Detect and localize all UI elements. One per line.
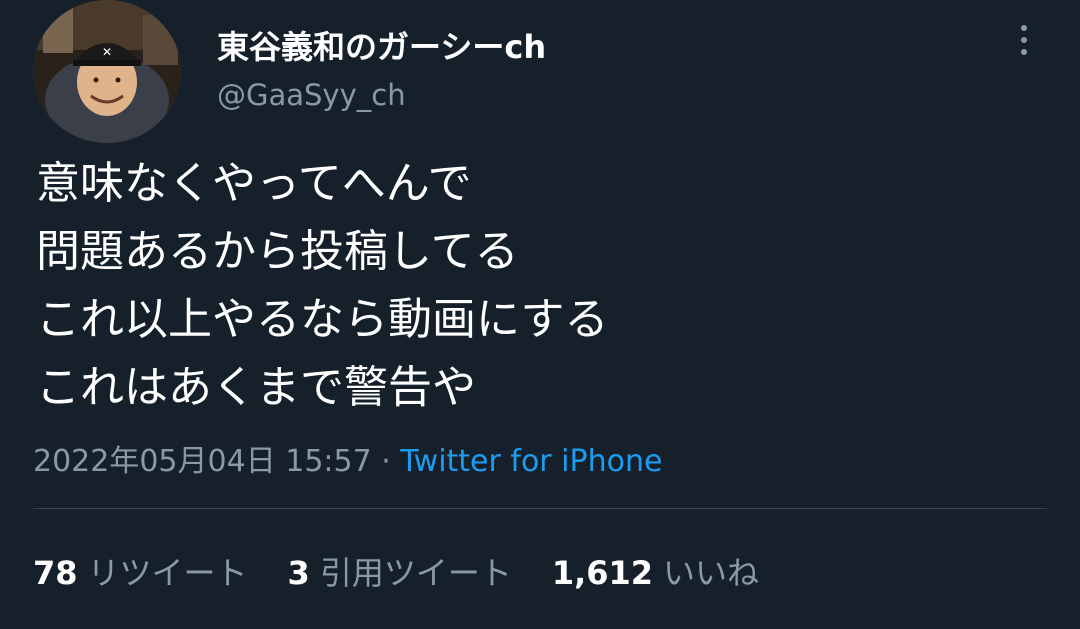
user-handle[interactable]: @GaaSyy_ch [217, 78, 406, 112]
retweets-label: リツイート [87, 554, 248, 592]
tweet-text-line: これ以上やるなら動画にする [36, 294, 609, 345]
tweet-text-line: 問題あるから投稿してる [36, 226, 519, 277]
tweet-timestamp[interactable]: 2022年05月04日 15:57 [33, 444, 372, 479]
quotes-label: 引用ツイート [319, 554, 512, 592]
avatar[interactable]: ✕ [33, 0, 181, 143]
likes-label: いいね [663, 554, 760, 592]
more-dot [1021, 37, 1027, 43]
more-vertical-icon[interactable] [1008, 20, 1040, 60]
likes-stat[interactable]: 1,612 いいね [552, 548, 759, 594]
avatar-image: ✕ [33, 0, 181, 143]
tweet-source-link[interactable]: Twitter for iPhone [400, 444, 662, 479]
tweet-text: 意味なくやってへんで 問題あるから投稿してる これ以上やるなら動画にする これは… [36, 150, 608, 422]
retweets-stat[interactable]: 78 リツイート [33, 548, 248, 594]
divider [33, 508, 1047, 509]
likes-count: 1,612 [551, 554, 654, 592]
more-dot [1021, 25, 1027, 31]
quotes-stat[interactable]: 3 引用ツイート [288, 548, 512, 594]
meta-separator: · [371, 444, 401, 479]
tweet-text-line: 意味なくやってへんで [36, 158, 472, 209]
tweet-stats: 78 リツイート 3 引用ツイート 1,612 いいね [33, 548, 759, 594]
quotes-count: 3 [287, 554, 310, 592]
svg-text:✕: ✕ [102, 45, 112, 59]
retweets-count: 78 [33, 554, 78, 592]
tweet-text-line: これはあくまで警告や [36, 362, 476, 413]
more-dot [1021, 49, 1027, 55]
display-name[interactable]: 東谷義和のガーシーch [217, 22, 546, 68]
tweet-meta: 2022年05月04日 15:57 · Twitter for iPhone [33, 436, 662, 480]
